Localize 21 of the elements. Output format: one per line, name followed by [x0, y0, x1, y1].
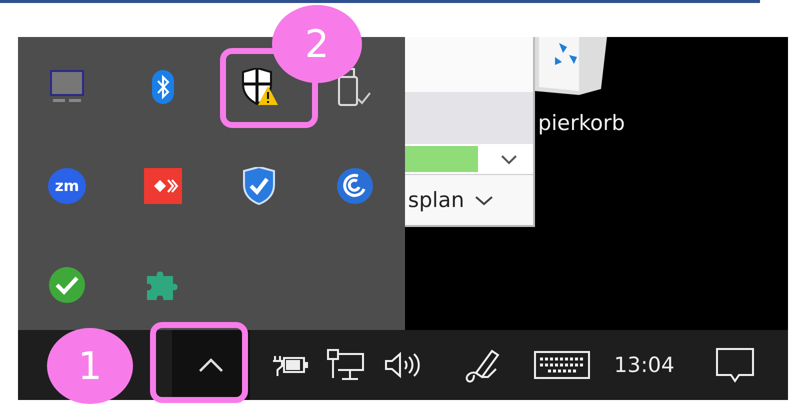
chevron-up-icon: [198, 357, 224, 373]
speech-bubble-icon[interactable]: [714, 347, 755, 383]
speaker-icon[interactable]: [384, 351, 422, 379]
bluetooth-icon[interactable]: [151, 68, 175, 104]
check-circle-icon[interactable]: [48, 266, 86, 304]
shield-warning-icon[interactable]: [239, 68, 279, 106]
network-monitor-icon[interactable]: [326, 348, 366, 382]
chevron-down-icon[interactable]: [474, 194, 494, 206]
chevron-down-icon[interactable]: [500, 154, 518, 164]
remote-desktop-icon[interactable]: [144, 168, 182, 204]
zoom-logo[interactable]: zm: [48, 168, 86, 204]
keyboard-icon[interactable]: [534, 350, 590, 380]
recycle-bin-icon[interactable]: [535, 37, 610, 95]
usb-drive-icon[interactable]: [338, 66, 372, 106]
spiral-icon[interactable]: [336, 166, 374, 204]
clock-time[interactable]: 13:04: [614, 353, 675, 377]
input-field[interactable]: [405, 37, 533, 92]
callout-number: 2: [272, 5, 362, 83]
desktop-icon-label[interactable]: pierkorb: [538, 111, 788, 135]
monitor-icon[interactable]: [47, 68, 87, 104]
shield-check-icon[interactable]: [242, 166, 276, 204]
